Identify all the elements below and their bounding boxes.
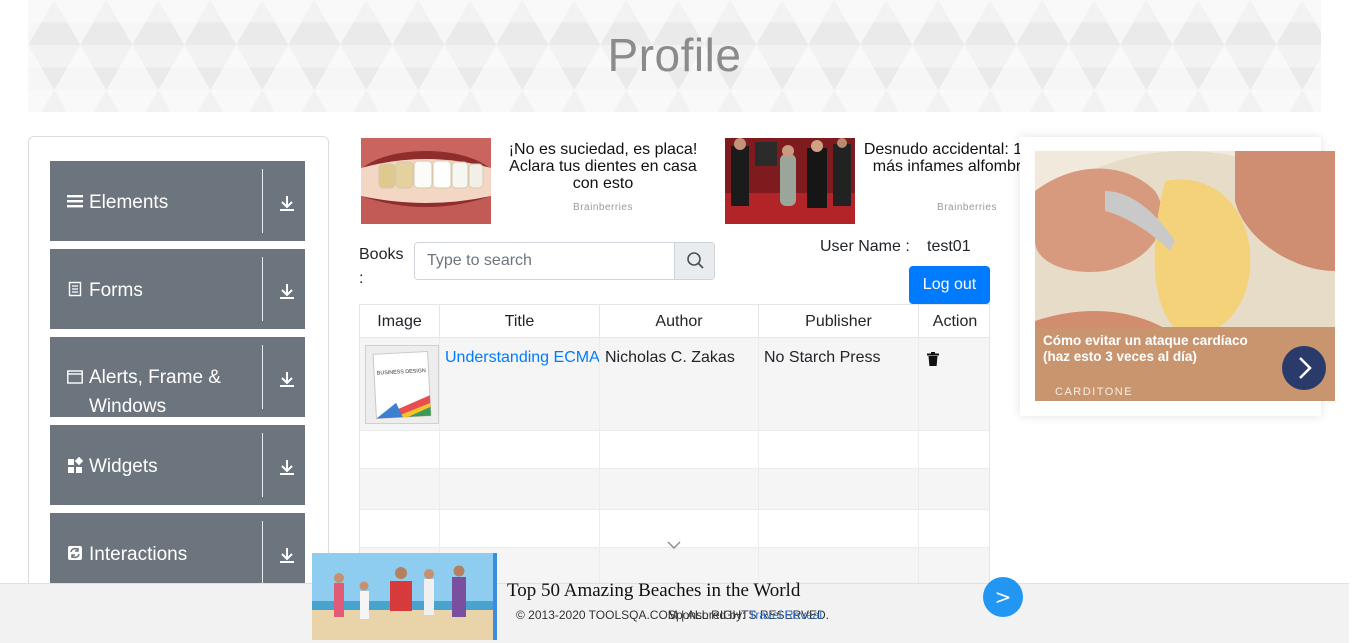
books-table: Image Title Author Publisher Action BUSI… <box>359 304 990 594</box>
sidebar-group-label: Forms <box>89 280 143 301</box>
delete-icon[interactable] <box>927 352 939 366</box>
sidebar-group-widgets[interactable]: Widgets <box>50 425 305 505</box>
divider <box>262 257 263 321</box>
empty-cell <box>360 510 440 547</box>
column-header-title[interactable]: Title <box>440 305 600 338</box>
sidebar-group-label: Widgets <box>89 456 158 477</box>
empty-cell <box>360 431 440 468</box>
ad-red-carpet-image <box>725 138 855 224</box>
divider <box>262 433 263 497</box>
ad-headline: ¡No es suciedad, es placa! Aclara tus di… <box>508 141 698 192</box>
table-row <box>360 469 989 510</box>
book-publisher: No Starch Press <box>764 349 881 366</box>
search-input[interactable] <box>415 243 674 279</box>
ad-headline: Desnudo accidental: 10 fotos más infames… <box>863 141 1020 175</box>
page-title: Profile <box>607 29 742 81</box>
empty-cell <box>440 431 600 468</box>
book-cover-image: BUSINESS DESIGN <box>365 345 439 424</box>
sidebar-group-alerts[interactable]: Alerts, Frame & Windows <box>50 337 305 417</box>
books-label: Books : <box>359 246 404 287</box>
scrollbar[interactable] <box>1349 0 1366 643</box>
search-icon <box>687 252 704 269</box>
empty-cell <box>600 431 759 468</box>
bottom-ad-sponsor: Sponsored by: Travel Reveal <box>668 608 822 622</box>
column-header-publisher[interactable]: Publisher <box>759 305 919 338</box>
title-cell: Understanding ECMAScript 6 <box>440 338 600 430</box>
sidebar: Elements Forms Alerts, Frame & Windows W… <box>28 136 329 596</box>
table-header: Image Title Author Publisher Action <box>360 305 989 338</box>
chevron-right-icon <box>1299 357 1312 379</box>
widgets-icon <box>68 457 83 473</box>
empty-cell <box>759 510 919 547</box>
action-cell <box>919 338 989 430</box>
username-value: test01 <box>927 238 971 255</box>
side-ad-headline: Cómo evitar un ataque cardíaco (haz esto… <box>1043 333 1248 364</box>
bottom-ad-headline: Top 50 Amazing Beaches in the World <box>507 580 801 601</box>
sidebar-group-label: Interactions <box>89 544 188 565</box>
bottom-ad-accent-bar <box>493 553 497 640</box>
download-icon <box>280 548 294 563</box>
column-header-author[interactable]: Author <box>600 305 759 338</box>
empty-cell <box>440 469 600 509</box>
side-ad[interactable]: Cómo evitar un ataque cardíaco (haz esto… <box>1020 137 1335 416</box>
side-ad-brand: CARDITONE <box>1055 386 1134 398</box>
sidebar-group-interactions[interactable]: Interactions <box>50 513 305 593</box>
column-header-action[interactable]: Action <box>919 305 989 338</box>
ad-teeth-image <box>361 138 491 224</box>
empty-cell <box>759 431 919 468</box>
ad-brand: Brainberries <box>573 202 633 213</box>
empty-cell <box>600 469 759 509</box>
chevron-down-icon[interactable] <box>667 541 681 549</box>
book-title-link[interactable]: Understanding ECMAScript 6 <box>445 349 599 367</box>
side-ad-next-button[interactable] <box>1282 346 1326 390</box>
book-author: Nicholas C. Zakas <box>605 349 735 366</box>
table-row: BUSINESS DESIGN Understanding ECMAScript… <box>360 338 989 431</box>
search-button[interactable] <box>674 243 714 279</box>
interactions-icon <box>68 546 82 560</box>
sidebar-group-label: Alerts, Frame & Windows <box>89 367 221 417</box>
author-cell: Nicholas C. Zakas <box>600 338 759 430</box>
bottom-ad-next-button[interactable]: > <box>983 577 1023 617</box>
bottom-ad[interactable]: Top 50 Amazing Beaches in the World Spon… <box>312 553 1012 640</box>
sidebar-group-forms[interactable]: Forms <box>50 249 305 329</box>
sponsor-prefix: Sponsored by: <box>668 608 746 622</box>
ad-brand: Brainberries <box>937 202 997 213</box>
divider <box>262 345 263 409</box>
hamburger-icon <box>67 195 83 208</box>
ad-teeth[interactable]: ¡No es suciedad, es placa! Aclara tus di… <box>361 137 721 227</box>
search-box <box>414 242 715 280</box>
page-banner: Profile <box>28 0 1321 112</box>
divider <box>262 169 263 233</box>
sidebar-group-elements[interactable]: Elements <box>50 161 305 241</box>
download-icon <box>280 196 294 211</box>
table-row <box>360 431 989 469</box>
window-icon <box>67 370 83 384</box>
divider <box>262 521 263 585</box>
sponsor-name[interactable]: Travel Reveal <box>749 608 823 622</box>
column-header-image[interactable]: Image <box>360 305 440 338</box>
download-icon <box>280 284 294 299</box>
empty-cell <box>759 469 919 509</box>
bottom-ad-image <box>312 553 493 640</box>
logout-button[interactable]: Log out <box>909 266 990 304</box>
ad-red-carpet[interactable]: Desnudo accidental: 10 fotos más infames… <box>725 137 1020 227</box>
empty-cell <box>360 469 440 509</box>
download-icon <box>280 460 294 475</box>
image-cell: BUSINESS DESIGN <box>360 338 440 430</box>
download-icon <box>280 372 294 387</box>
username-label: User Name : <box>820 238 910 255</box>
sidebar-group-label: Elements <box>89 192 169 213</box>
form-icon <box>68 281 82 297</box>
publisher-cell: No Starch Press <box>759 338 919 430</box>
empty-cell <box>440 510 600 547</box>
